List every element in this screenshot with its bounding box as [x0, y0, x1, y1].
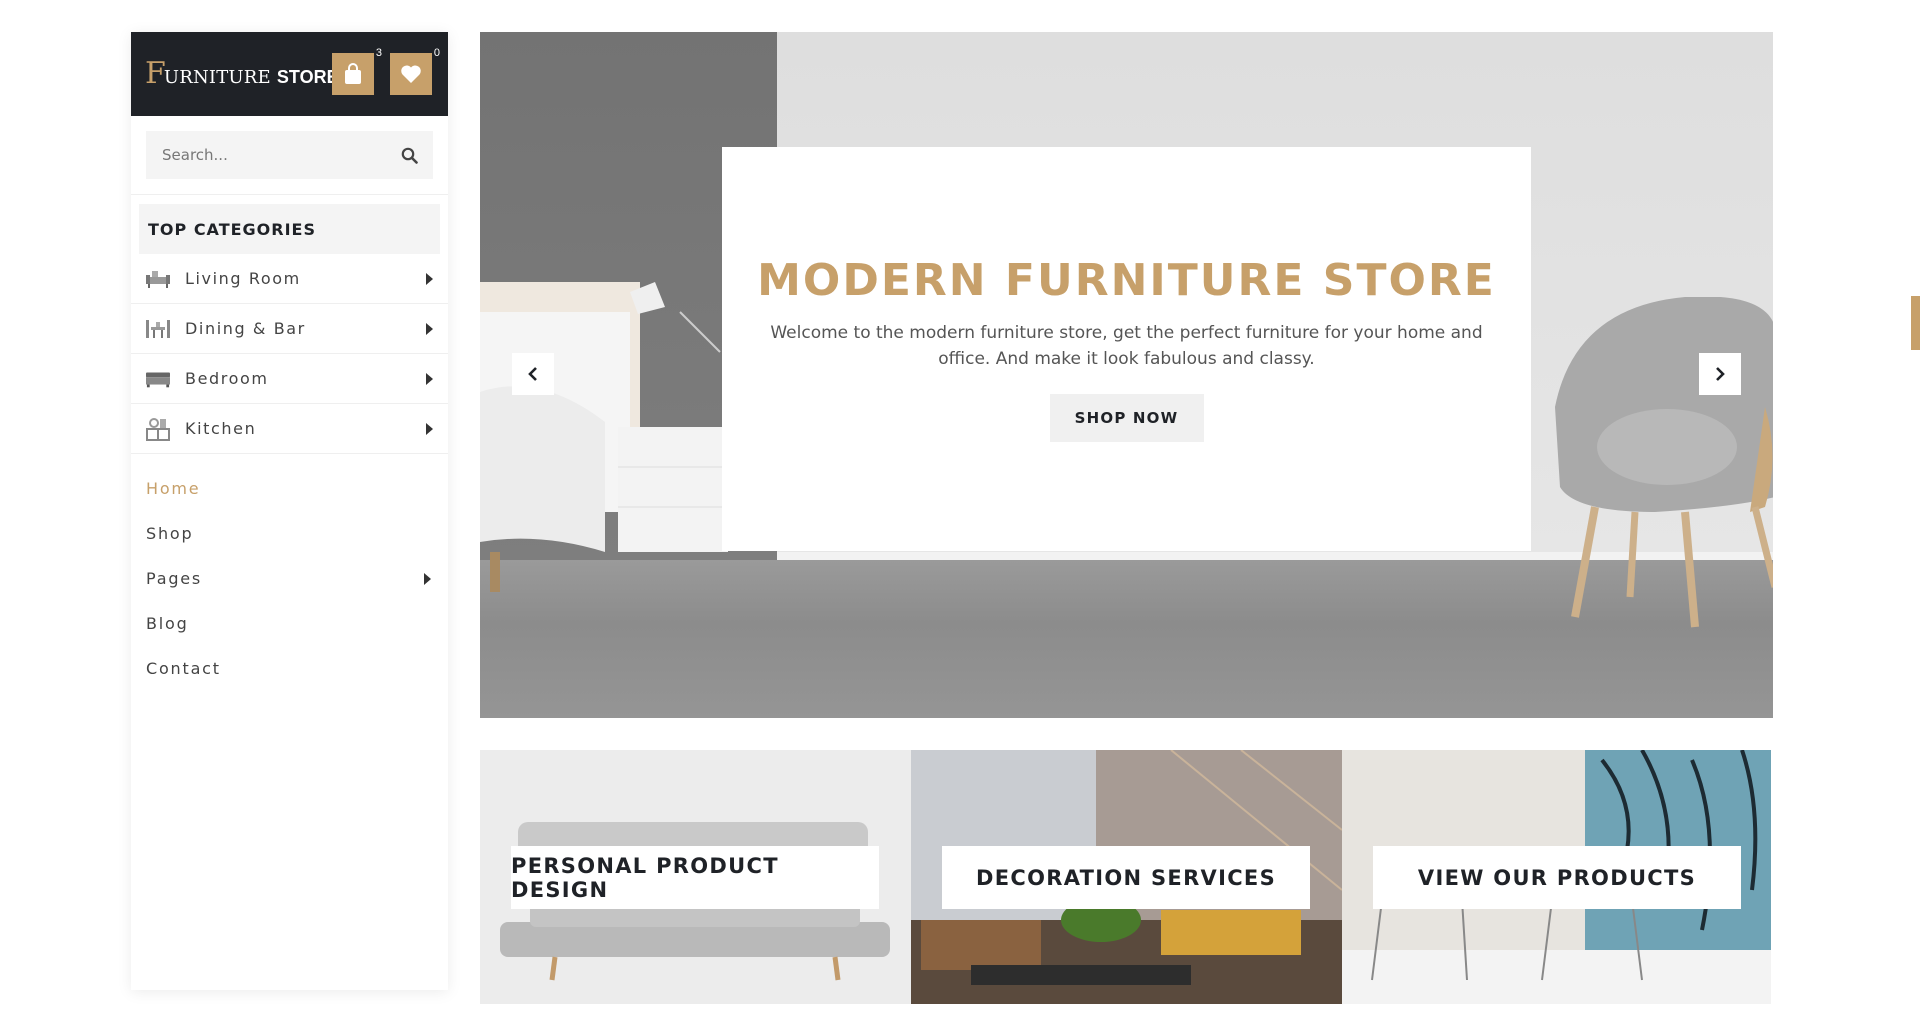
kitchen-icon [146, 417, 170, 441]
banner-label: PERSONAL PRODUCT DESIGN [511, 846, 879, 909]
logo-word-store: STORE [276, 67, 339, 87]
logo-initial: F [145, 56, 166, 91]
store-logo[interactable]: F URNITURE STORE [145, 59, 339, 89]
category-label: Living Room [185, 269, 301, 288]
wishlist-button[interactable]: 0 [390, 47, 440, 95]
sofa-icon [146, 267, 170, 291]
shop-now-button[interactable]: SHOP NOW [1049, 394, 1204, 442]
category-label: Kitchen [185, 419, 257, 438]
sidebar: F URNITURE STORE 3 0 Search... TOP CATEG… [131, 32, 448, 990]
banner-decoration-services[interactable]: DECORATION SERVICES [911, 750, 1342, 1004]
nav-item-home[interactable]: Home [131, 466, 448, 511]
nav-label: Shop [146, 524, 194, 543]
banner-label: DECORATION SERVICES [942, 846, 1310, 909]
chevron-right-icon [1716, 367, 1725, 381]
nav-label: Home [146, 479, 201, 498]
category-item-bedroom[interactable]: Bedroom [131, 354, 448, 404]
side-panel-tab[interactable] [1911, 296, 1920, 350]
bed-icon [146, 367, 170, 391]
nav-label: Pages [146, 569, 203, 588]
bed-lamp-illustration [480, 282, 728, 592]
search-area [131, 116, 448, 195]
logo-word-furniture: URNITURE [163, 67, 271, 88]
nav-item-shop[interactable]: Shop [131, 511, 448, 556]
chevron-left-icon [528, 367, 537, 381]
banner-personal-design[interactable]: PERSONAL PRODUCT DESIGN [480, 750, 911, 1004]
category-label: Bedroom [185, 369, 269, 388]
caret-right-icon [426, 272, 433, 285]
page: F URNITURE STORE 3 0 Search... TOP CATEG… [0, 0, 1920, 1024]
slider-next-button[interactable] [1699, 353, 1741, 395]
dining-icon [146, 317, 170, 341]
category-label: Dining & Bar [185, 319, 306, 338]
brand-bar: F URNITURE STORE 3 0 [131, 32, 448, 116]
hero-slider: MODERN FURNITURE STORE Welcome to the mo… [480, 32, 1773, 718]
nav-label: Blog [146, 614, 189, 633]
category-item-living-room[interactable]: Living Room [131, 254, 448, 304]
caret-right-icon [426, 322, 433, 335]
search-box [146, 131, 433, 179]
heart-icon [401, 65, 421, 83]
nav-item-pages[interactable]: Pages [131, 556, 448, 601]
nav-item-contact[interactable]: Contact [131, 646, 448, 691]
promo-banners: PERSONAL PRODUCT DESIGN DECORATION SERVI… [480, 750, 1771, 1004]
category-item-dining-bar[interactable]: Dining & Bar [131, 304, 448, 354]
slider-prev-button[interactable] [512, 353, 554, 395]
armchair-illustration [1555, 297, 1773, 628]
main-nav: Home Shop Pages Blog Contact [131, 466, 448, 691]
caret-right-icon [426, 422, 433, 435]
hero-card: MODERN FURNITURE STORE Welcome to the mo… [722, 147, 1531, 551]
nav-label: Contact [146, 659, 221, 678]
shopping-bag-icon [345, 63, 361, 84]
caret-right-icon [424, 572, 431, 585]
hero-title: MODERN FURNITURE STORE [757, 255, 1496, 306]
top-categories-heading: TOP CATEGORIES [139, 204, 440, 254]
search-input[interactable] [162, 146, 382, 164]
category-item-kitchen[interactable]: Kitchen [131, 404, 448, 454]
wishlist-count-badge: 0 [433, 47, 440, 59]
banner-label: VIEW OUR PRODUCTS [1373, 846, 1741, 909]
cart-count-badge: 3 [375, 47, 382, 59]
caret-right-icon [426, 372, 433, 385]
cart-button[interactable]: 3 [332, 47, 382, 95]
hero-description: Welcome to the modern furniture store, g… [770, 323, 1483, 369]
nav-item-blog[interactable]: Blog [131, 601, 448, 646]
banner-view-products[interactable]: VIEW OUR PRODUCTS [1342, 750, 1771, 1004]
search-icon[interactable] [401, 147, 418, 164]
category-list: Living Room Dining & Bar Bedroom Kitchen [131, 254, 448, 454]
